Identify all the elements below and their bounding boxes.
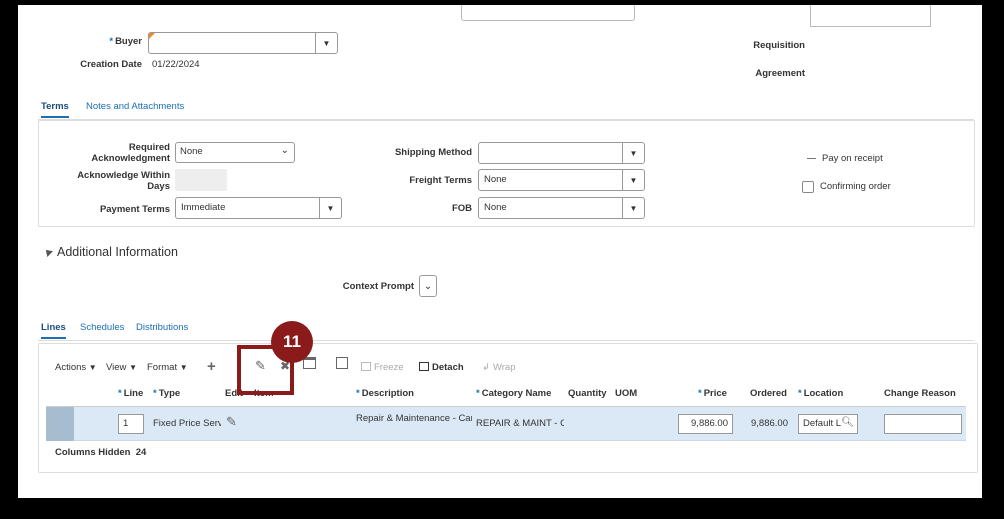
change-reason-input[interactable]	[884, 414, 962, 434]
column-header-location[interactable]: * Location	[798, 388, 843, 399]
collapse-triangle-icon[interactable]	[43, 247, 53, 257]
tab-distributions[interactable]: Distributions	[136, 322, 188, 333]
query-by-example-icon[interactable]	[336, 357, 348, 369]
actions-menu[interactable]: Actions ▼	[55, 362, 97, 373]
column-header-category-name[interactable]: * Category Name	[476, 388, 551, 399]
caret-down-icon: ▼	[129, 363, 137, 372]
chevron-down-icon[interactable]: ▼	[622, 198, 644, 218]
detach-icon	[419, 362, 429, 371]
top-input-partial[interactable]	[461, 5, 635, 21]
creation-date-value: 01/22/2024	[152, 59, 200, 70]
format-menu[interactable]: Format ▼	[147, 362, 188, 373]
dash-icon	[807, 158, 816, 159]
detach-button[interactable]: Detach	[419, 362, 464, 373]
chevron-down-icon: ⌄	[423, 280, 433, 292]
callout-step-badge: 11	[271, 321, 313, 363]
chevron-down-icon[interactable]: ▼	[622, 170, 644, 190]
column-header-line[interactable]: * Line	[118, 388, 143, 399]
tab-notes-and-attachments[interactable]: Notes and Attachments	[86, 101, 184, 112]
required-acknowledgment-label: Required Acknowledgment	[91, 142, 170, 164]
fob-select[interactable]: None ▼	[478, 197, 645, 219]
freeze-icon	[361, 362, 371, 371]
required-marker	[149, 33, 155, 39]
columns-icon[interactable]	[303, 357, 316, 369]
view-menu[interactable]: View ▼	[106, 362, 137, 373]
caret-down-icon: ▼	[88, 363, 97, 372]
buyer-label: * Buyer	[109, 36, 142, 47]
required-indicator: *	[109, 36, 114, 47]
context-prompt-label: Context Prompt	[342, 281, 414, 292]
description-cell: Repair & Maintenance - Car	[356, 413, 472, 424]
chevron-down-icon[interactable]: ▼	[315, 33, 337, 53]
required-acknowledgment-select[interactable]: None ⌄	[175, 142, 295, 163]
requisition-label: Requisition	[753, 40, 805, 51]
screenshot-frame: * Buyer ▼ Creation Date 01/22/2024 Requis…	[5, 5, 996, 511]
freight-terms-select[interactable]: None ▼	[478, 169, 645, 191]
location-input[interactable]: Default L 🔍︎	[798, 414, 858, 434]
ordered-cell: 9,886.00	[751, 418, 788, 429]
column-header-ordered[interactable]: Ordered	[750, 388, 787, 399]
row-selector[interactable]	[46, 407, 74, 441]
edit-pencil-icon[interactable]: ✎	[226, 414, 237, 430]
column-header-description[interactable]: * Description	[356, 388, 414, 399]
pay-on-receipt-label: Pay on receipt	[822, 153, 883, 164]
column-header-change-reason[interactable]: Change Reason	[884, 388, 956, 399]
column-header-price[interactable]: * Price	[698, 388, 727, 399]
column-header-uom[interactable]: UOM	[615, 388, 637, 399]
category-cell: REPAIR & MAINT - C	[476, 418, 564, 429]
lines-tab-divider	[38, 340, 974, 341]
tab-terms[interactable]: Terms	[41, 101, 69, 118]
payment-terms-label: Payment Terms	[99, 204, 170, 215]
chevron-down-icon: ⌄	[280, 145, 289, 156]
shipping-method-label: Shipping Method	[394, 147, 472, 158]
freight-terms-label: Freight Terms	[409, 175, 472, 186]
tab-lines[interactable]: Lines	[41, 322, 66, 339]
agreement-label: Agreement	[755, 68, 805, 79]
buyer-select[interactable]: ▼	[148, 32, 338, 54]
acknowledge-within-days-input[interactable]	[175, 169, 227, 191]
wrap-button[interactable]: ↲ Wrap	[482, 362, 516, 373]
wrap-icon: ↲	[482, 362, 490, 373]
price-input[interactable]: 9,886.00	[678, 414, 733, 434]
creation-date-label: Creation Date	[80, 59, 142, 70]
add-icon[interactable]: +	[207, 358, 216, 375]
payment-terms-select[interactable]: Immediate ▼	[175, 197, 342, 219]
shipping-method-select[interactable]: ▼	[478, 142, 645, 164]
top-textarea-partial[interactable]	[810, 5, 931, 27]
fob-label: FOB	[451, 203, 472, 214]
purchase-order-page: * Buyer ▼ Creation Date 01/22/2024 Requis…	[18, 5, 982, 498]
search-icon[interactable]: 🔍︎	[841, 417, 854, 428]
context-prompt-select[interactable]: ⌄	[419, 275, 437, 297]
type-cell: Fixed Price Serv	[153, 418, 221, 429]
tab-schedules[interactable]: Schedules	[80, 322, 124, 333]
additional-information-title[interactable]: Additional Information	[57, 245, 178, 259]
column-header-type[interactable]: * Type	[153, 388, 180, 399]
freeze-button[interactable]: Freeze	[361, 362, 404, 373]
column-header-quantity[interactable]: Quantity	[568, 388, 607, 399]
confirming-order-checkbox[interactable]	[802, 181, 814, 193]
line-number-input[interactable]: 1	[118, 414, 144, 434]
columns-hidden-label: Columns Hidden 24	[55, 447, 147, 458]
caret-down-icon: ▼	[179, 363, 188, 372]
chevron-down-icon[interactable]: ▼	[622, 143, 644, 163]
confirming-order-label: Confirming order	[820, 181, 891, 192]
chevron-down-icon[interactable]: ▼	[319, 198, 341, 218]
acknowledge-within-label: Acknowledge Within Days	[77, 170, 170, 192]
